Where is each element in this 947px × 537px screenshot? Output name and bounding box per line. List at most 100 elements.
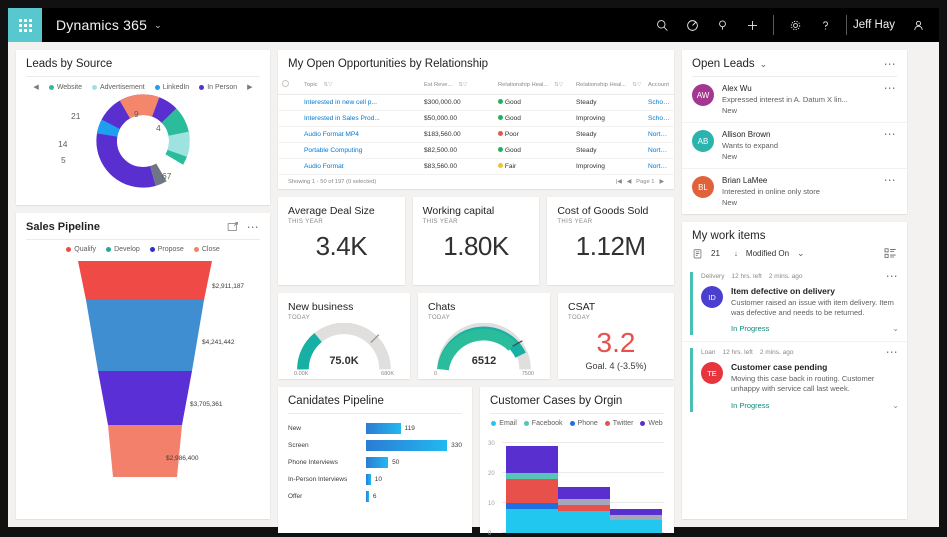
row-checkbox[interactable]	[278, 142, 300, 159]
cell-account[interactable]: Northwind Trad...	[644, 142, 674, 159]
cell-topic[interactable]: Interested in new cell p...	[300, 94, 420, 111]
select-all-checkbox[interactable]	[278, 76, 300, 95]
bar-row-offer: Offer 6	[288, 488, 462, 505]
help-icon[interactable]	[810, 8, 840, 42]
legend-item-inperson: In Person	[199, 84, 237, 91]
legend-item-phone: Phone	[569, 420, 598, 427]
y-tick: 0	[488, 531, 492, 537]
bar-row-screen: Screen 330	[288, 437, 462, 454]
prev-page-button[interactable]: ◀	[627, 179, 631, 185]
more-icon[interactable]: ⋯	[884, 174, 897, 186]
cell-topic[interactable]: Audio Format MP4	[300, 126, 420, 143]
candidates-bar-chart[interactable]: New 119 Screen 330 Phone Interviews 50 I…	[278, 414, 472, 509]
gauge-tile-new-business[interactable]: New business TODAY 75.0K 0.00K 680K	[278, 293, 410, 379]
gear-icon[interactable]	[780, 8, 810, 42]
expand-icon[interactable]	[227, 221, 239, 233]
table-row[interactable]: Audio Format $83,560.00 Fair Improving N…	[278, 158, 674, 175]
cell-account[interactable]: School of Fine Art	[644, 94, 674, 111]
sort-label[interactable]: Modified On	[746, 249, 789, 258]
more-icon[interactable]: ⋯	[247, 221, 260, 233]
gauge-tile-chats[interactable]: Chats TODAY 6512 0 7500	[418, 293, 550, 379]
filter-icon[interactable]	[677, 8, 707, 42]
table-row[interactable]: Interested in new cell p... $300,000.00 …	[278, 94, 674, 111]
kpi-tile-csat[interactable]: CSAT TODAY 3.2 Goal. 4 (-3.5%)	[558, 293, 674, 379]
open-leads-card: Open Leads ⌄ ⋯ AW Alex Wu Expressed inte…	[682, 50, 907, 214]
chevron-down-icon[interactable]: ⌄	[760, 59, 768, 70]
work-item-description: Moving this case back in routing. Custom…	[731, 374, 875, 394]
chevron-down-icon[interactable]: ⌄	[892, 401, 899, 410]
app-launcher-icon[interactable]	[8, 8, 42, 42]
cell-topic[interactable]: Portable Computing	[300, 142, 420, 159]
list-item[interactable]: AW Alex Wu Expressed interest in A. Datu…	[682, 77, 907, 123]
status-badge: New	[722, 152, 738, 161]
more-icon[interactable]: ⋯	[886, 346, 899, 358]
row-checkbox[interactable]	[278, 158, 300, 175]
bar-label: In-Person Interviews	[288, 476, 348, 483]
more-icon[interactable]: ⋯	[884, 58, 897, 70]
list-item[interactable]: AB Allison Brown Wants to expand New ⋯	[682, 123, 907, 169]
donut-chart[interactable]: 9 4 67 21 14 5	[16, 93, 270, 189]
cell-topic[interactable]: Interested in Sales Prod...	[300, 110, 420, 127]
column-health[interactable]: Relationship Heal... ⇅▽	[494, 76, 572, 95]
first-page-button[interactable]: |◀	[616, 179, 622, 185]
funnel-chart[interactable]: $2,911,187 $4,241,442 $3,705,361 $2,986,…	[16, 255, 270, 519]
top-navigation-bar: Dynamics 365 ⌄ Jeff Hay	[8, 8, 939, 42]
bar-value: 6	[372, 493, 377, 500]
legend-next-button[interactable]: ▶	[247, 83, 252, 91]
middle-column: My Open Opportunities by Relationship To…	[278, 50, 675, 537]
avatar[interactable]	[903, 8, 933, 42]
stacked-bar-2[interactable]	[558, 487, 610, 533]
column-topic[interactable]: Topic ⇅▽	[300, 76, 420, 95]
cell-account[interactable]: School of Fine Art	[644, 110, 674, 127]
legend-prev-button[interactable]: ◀	[33, 83, 38, 91]
list-item[interactable]: BL Brian LaMee Interested in online only…	[682, 169, 907, 214]
stacked-bar-3[interactable]	[610, 509, 662, 533]
more-icon[interactable]: ⋯	[886, 270, 899, 282]
status-badge: New	[722, 198, 738, 207]
next-page-button[interactable]: ▶	[660, 179, 664, 185]
dashboard-canvas: Leads by Source ◀ Website Advertisement …	[8, 42, 939, 537]
column-revenue[interactable]: Est Reve... ⇅▽	[420, 76, 494, 95]
work-item-category: Delivery	[701, 272, 725, 280]
chevron-down-icon[interactable]: ⌄	[797, 248, 805, 259]
sort-direction-icon[interactable]: ↓	[734, 249, 738, 258]
bar-label: New	[288, 425, 302, 432]
column-account[interactable]: Account⇅▽	[644, 76, 674, 95]
table-row[interactable]: Audio Format MP4 $183,560.00 Poor Steady…	[278, 126, 674, 143]
left-column: Leads by Source ◀ Website Advertisement …	[16, 50, 270, 519]
kpi-tile-cost-of-goods-sold[interactable]: Cost of Goods Sold THIS YEAR 1.12M	[547, 197, 675, 285]
stacked-bar-1[interactable]	[506, 446, 558, 533]
kpi-tile-working-capital[interactable]: Working capital THIS YEAR 1.80K	[412, 197, 540, 285]
plus-icon[interactable]	[737, 8, 767, 42]
lightbulb-icon[interactable]	[707, 8, 737, 42]
list-item[interactable]: Loan 12 hrs. left 2 mins. ago ⋯ TE Custo…	[682, 342, 907, 417]
gauge-tile-row: New business TODAY 75.0K 0.00K 680K Chat…	[278, 293, 674, 379]
table-row[interactable]: Portable Computing $82,500.00 Good Stead…	[278, 142, 674, 159]
kpi-tile-average-deal-size[interactable]: Average Deal Size THIS YEAR 3.4K	[278, 197, 405, 285]
lead-name: Alex Wu	[722, 84, 752, 93]
stacked-bar-chart[interactable]: 0 10 20 30	[488, 433, 666, 537]
cell-health: Poor	[494, 126, 572, 143]
bar-row-phone-interviews: Phone Interviews 50	[288, 454, 462, 471]
cell-account[interactable]: Northwind Trad...	[644, 126, 674, 143]
table-row[interactable]: Interested in Sales Prod... $50,000.00 G…	[278, 110, 674, 127]
brand-title[interactable]: Dynamics 365 ⌄	[56, 17, 162, 33]
more-icon[interactable]: ⋯	[884, 128, 897, 140]
work-item-content: TE Customer case pending Moving this cas…	[701, 362, 899, 394]
list-layout-icon[interactable]	[884, 248, 897, 259]
chevron-down-icon[interactable]: ⌄	[154, 20, 162, 31]
list-item[interactable]: Delivery 12 hrs. left 2 mins. ago ⋯ ID I…	[682, 266, 907, 343]
cell-account[interactable]: Northwind Trad...	[644, 158, 674, 175]
search-icon[interactable]	[647, 8, 677, 42]
cell-topic[interactable]: Audio Format	[300, 158, 420, 175]
row-checkbox[interactable]	[278, 110, 300, 127]
legend-item-close: Close	[193, 246, 220, 253]
cell-trend: Steady	[572, 142, 644, 159]
customer-cases-card: Customer Cases by Orgin Email Facebook P…	[480, 387, 674, 537]
column-health-trend[interactable]: Relationship Heal... ⇅▽	[572, 76, 644, 95]
chevron-down-icon[interactable]: ⌄	[892, 324, 899, 333]
row-checkbox[interactable]	[278, 126, 300, 143]
row-checkbox[interactable]	[278, 94, 300, 111]
work-item-count: 21	[711, 249, 720, 258]
more-icon[interactable]: ⋯	[884, 82, 897, 94]
